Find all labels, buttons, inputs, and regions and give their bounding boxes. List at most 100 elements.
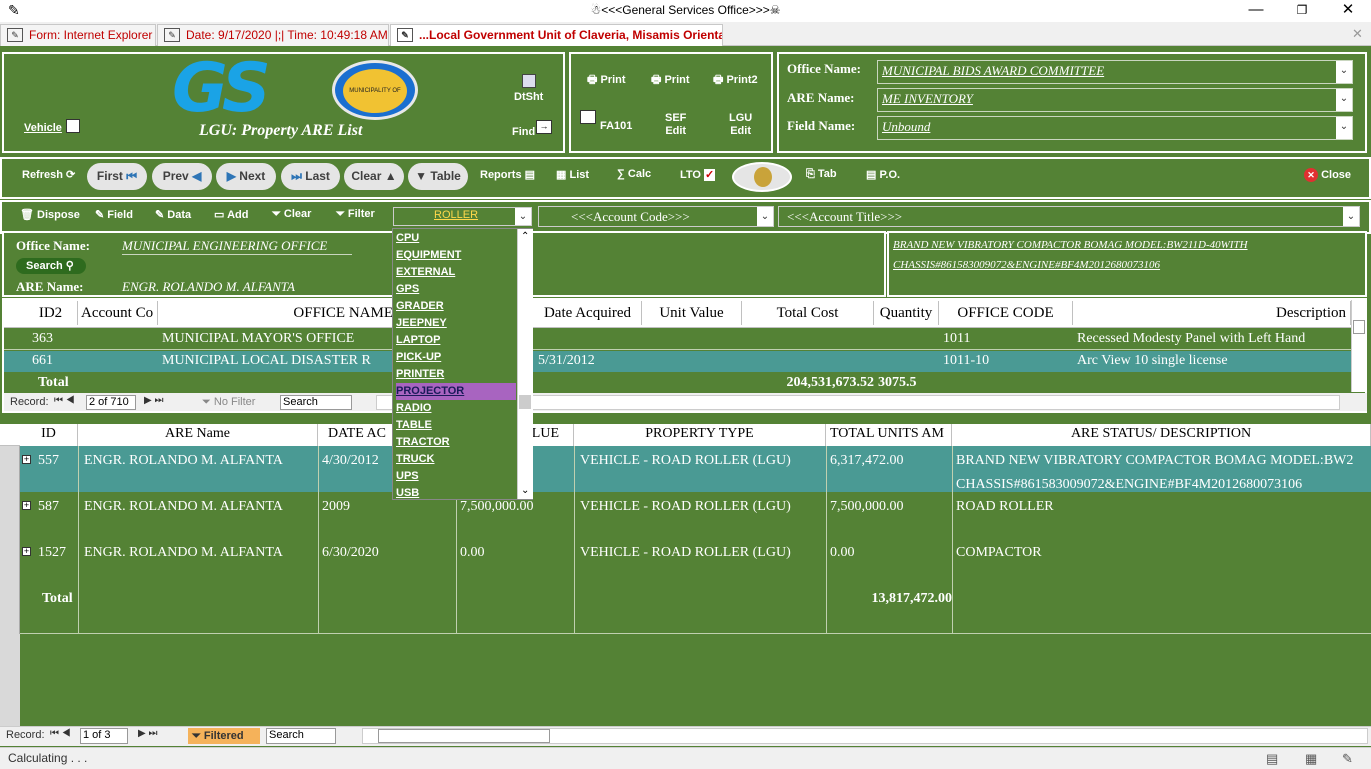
lto-button[interactable]: LTO ✓ <box>680 168 716 181</box>
add-button[interactable]: ▭ Add <box>214 208 248 221</box>
dtsht-button[interactable]: DtSht <box>514 91 543 103</box>
col-are-name[interactable]: ARE Name <box>78 424 318 446</box>
search-button[interactable]: Search ⚲ <box>16 258 86 274</box>
col-id[interactable]: ID <box>20 424 78 446</box>
scroll-thumb[interactable] <box>1353 320 1365 334</box>
chevron-down-icon[interactable]: ⌄ <box>1343 207 1359 226</box>
chevron-down-icon[interactable]: ⌄ <box>515 208 531 225</box>
logo-button[interactable] <box>732 162 792 192</box>
expand-icon[interactable]: + <box>22 455 31 464</box>
fa101-button[interactable]: FA101 <box>600 120 632 133</box>
po-button[interactable]: ▤ P.O. <box>866 168 900 181</box>
first-record-icon[interactable]: ⏮ ◀ <box>50 728 71 739</box>
row-selector[interactable] <box>0 446 20 634</box>
dropdown-option[interactable]: PROJECTOR <box>396 383 516 400</box>
restore-button[interactable]: ❐ <box>1279 0 1325 22</box>
first-button[interactable]: First ⏮ <box>87 163 147 190</box>
account-code-combo[interactable]: <<<Account Code>>> ⌄ <box>538 206 774 227</box>
field-name-field[interactable]: Unbound ⌄ <box>877 116 1353 140</box>
data-button[interactable]: ✎ Data <box>155 208 191 221</box>
expand-icon[interactable]: + <box>22 501 31 510</box>
clear-filter-button[interactable]: ⏷ Clear <box>272 208 311 221</box>
dropdown-option[interactable]: RADIO <box>396 400 516 417</box>
dropdown-option[interactable]: TRACTOR <box>396 434 516 451</box>
col-total-units[interactable]: TOTAL UNITS AM <box>826 424 952 446</box>
are-name-field[interactable]: ME INVENTORY ⌄ <box>877 88 1353 112</box>
scroll-up-icon[interactable]: ⌃ <box>521 231 529 242</box>
datasheet-icon[interactable] <box>522 74 536 88</box>
datasheet-view-icon[interactable]: ▦ <box>1305 751 1317 767</box>
dropdown-option[interactable]: UPS <box>396 468 516 485</box>
lgu-edit-button[interactable]: LGU Edit <box>729 112 752 138</box>
print-button-1[interactable]: 🖶 Print <box>587 74 626 87</box>
dropdown-option[interactable]: TRUCK <box>396 451 516 468</box>
field-button[interactable]: ✎ Field <box>95 208 133 221</box>
close-tab-icon[interactable]: ✕ <box>1352 26 1363 42</box>
first-record-icon[interactable]: ⏮ ◀ <box>54 395 75 406</box>
refresh-button[interactable]: Refresh ⟳ <box>22 168 75 181</box>
dropdown-option[interactable]: CPU <box>396 230 516 247</box>
reports-button[interactable]: Reports ▤ <box>480 168 535 181</box>
design-view-icon[interactable]: ✎ <box>1342 751 1353 767</box>
dropdown-option[interactable]: PICK-UP <box>396 349 516 366</box>
vehicle-icon[interactable] <box>66 119 80 133</box>
dropdown-option[interactable]: PRINTER <box>396 366 516 383</box>
dropdown-option[interactable]: TABLE <box>396 417 516 434</box>
close-window-button[interactable]: ✕ <box>1325 0 1371 22</box>
search-input[interactable]: Search <box>280 395 352 410</box>
record-input[interactable]: 2 of 710 <box>86 395 136 410</box>
calc-button[interactable]: ∑ Calc <box>617 168 651 180</box>
next-button[interactable]: ▶ Next <box>216 163 276 190</box>
chevron-down-icon[interactable]: ⌄ <box>1336 117 1352 139</box>
col-status[interactable]: ARE STATUS/ DESCRIPTION <box>952 424 1371 446</box>
dropdown-option[interactable]: USB <box>396 485 516 502</box>
col-id2[interactable]: ID2 <box>24 301 78 325</box>
col-unit-value[interactable]: Unit Value <box>642 301 742 325</box>
prev-button[interactable]: Prev ◀ <box>152 163 212 190</box>
col-total-cost[interactable]: Total Cost <box>742 301 874 325</box>
dropdown-scrollbar[interactable] <box>517 229 533 499</box>
dispose-button[interactable]: 🗑 Dispose <box>20 208 80 221</box>
col-office-name[interactable]: OFFICE NAME <box>158 301 396 325</box>
dropdown-option[interactable]: EQUIPMENT <box>396 247 516 264</box>
vehicle-link[interactable]: Vehicle <box>24 122 62 134</box>
next-record-icon[interactable]: ▶ ⏭ <box>144 395 163 406</box>
col-quantity[interactable]: Quantity <box>874 301 939 325</box>
tab-form[interactable]: ✎ Form: Internet Explorer <box>0 24 156 46</box>
account-title-combo[interactable]: <<<Account Title>>> ⌄ <box>778 206 1360 227</box>
filtered-button[interactable]: ⏷ Filtered <box>188 728 260 744</box>
col-date-acquired[interactable]: Date Acquired <box>534 301 642 325</box>
tab-lgu[interactable]: ✎ ...Local Government Unit of Claveria, M… <box>390 24 723 47</box>
chevron-down-icon[interactable]: ⌄ <box>1336 89 1352 111</box>
col-office-code[interactable]: OFFICE CODE <box>939 301 1073 325</box>
list-button[interactable]: ▦ List <box>556 168 589 181</box>
dropdown-option[interactable]: LAPTOP <box>396 332 516 349</box>
minimize-button[interactable]: — <box>1233 0 1279 22</box>
table-button[interactable]: ▼ Table <box>408 163 468 190</box>
last-button[interactable]: ⏭ Last <box>281 163 340 190</box>
sef-edit-button[interactable]: SEF Edit <box>665 112 686 138</box>
find-icon[interactable]: → <box>536 120 552 134</box>
chevron-down-icon[interactable]: ⌄ <box>757 207 773 226</box>
close-button[interactable]: ✕ Close <box>1304 168 1351 182</box>
col-property-type[interactable]: PROPERTY TYPE <box>574 424 826 446</box>
dropdown-option[interactable]: GPS <box>396 281 516 298</box>
next-record-icon[interactable]: ▶ ⏭ <box>138 728 157 739</box>
print-button-2[interactable]: 🖶 Print <box>651 74 690 87</box>
office-name-field[interactable]: MUNICIPAL BIDS AWARD COMMITTEE ⌄ <box>877 60 1353 84</box>
tab-button[interactable]: ⎘ Tab <box>806 168 837 181</box>
expand-icon[interactable]: + <box>22 547 31 556</box>
no-filter-button[interactable]: ⏷ No Filter <box>202 396 255 409</box>
tab-date[interactable]: ✎ Date: 9/17/2020 |;| Time: 10:49:18 AM <box>157 24 389 46</box>
col-account-code[interactable]: Account Co <box>78 301 158 325</box>
search-input[interactable]: Search <box>266 728 336 744</box>
find-button[interactable]: Find <box>512 126 535 138</box>
category-dropdown[interactable]: CPU EQUIPMENT EXTERNAL GPS GRADER JEEPNEY LAPT… <box>392 228 533 500</box>
form-view-icon[interactable]: ▤ <box>1266 751 1278 767</box>
clear-nav-button[interactable]: Clear ▲ <box>344 163 404 190</box>
filter-combo[interactable]: ROLLER ⌄ <box>393 207 532 226</box>
dropdown-option[interactable]: JEEPNEY <box>396 315 516 332</box>
record-input[interactable]: 1 of 3 <box>80 728 128 744</box>
dropdown-option[interactable]: EXTERNAL <box>396 264 516 281</box>
filter-button[interactable]: ⏷ Filter <box>336 208 375 221</box>
